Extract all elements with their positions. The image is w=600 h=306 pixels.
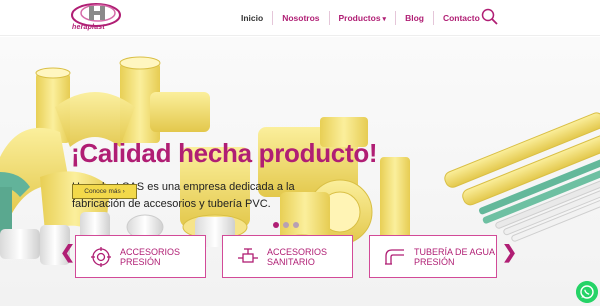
card-accesorios-sanitario[interactable]: Accesorios Sanitario — [222, 235, 353, 278]
hero-title: ¡Calidad hecha producto! — [71, 138, 378, 168]
whatsapp-icon[interactable] — [576, 281, 598, 303]
slider-dots — [273, 222, 299, 228]
hero-slider: ¡Calidad hecha producto! Heraplast SAS e… — [0, 37, 600, 306]
chevron-down-icon: ▾ — [382, 16, 387, 23]
site-header: heraplast Inicio Nosotros Productos ▾ Blo… — [0, 0, 600, 36]
fitting-icon — [91, 246, 111, 267]
slider-dot-3[interactable] — [293, 222, 299, 228]
nav-inicio[interactable]: Inicio — [232, 11, 272, 25]
valve-icon — [238, 247, 258, 263]
conoce-mas-label: Conoce más — [84, 188, 121, 195]
card-label: Tubería de Agua Presión — [414, 246, 495, 267]
card-label: Accesorios Presión — [120, 246, 181, 267]
main-nav: Inicio Nosotros Productos ▾ Blog Contacto — [232, 0, 489, 36]
prev-arrow-icon[interactable]: ❮ — [60, 242, 75, 263]
logo-text: heraplast — [72, 24, 105, 31]
next-arrow-icon[interactable]: ❯ — [502, 242, 517, 263]
nav-blog[interactable]: Blog — [395, 11, 433, 25]
card-tuberia-agua-presion[interactable]: Tubería de Agua Presión — [369, 235, 497, 278]
slider-dot-1[interactable] — [273, 222, 279, 228]
chevron-right-icon: › — [122, 188, 125, 195]
slider-dot-2[interactable] — [283, 222, 289, 228]
search-icon[interactable] — [481, 8, 498, 25]
nav-nosotros[interactable]: Nosotros — [272, 11, 328, 25]
pipe-icon — [385, 248, 404, 265]
conoce-mas-button[interactable]: Conoce más › — [72, 184, 137, 199]
card-accesorios-presion[interactable]: Accesorios Presión — [75, 235, 206, 278]
nav-productos-label: Productos — [338, 13, 381, 23]
card-label: Accesorios Sanitario — [267, 246, 328, 267]
nav-productos[interactable]: Productos ▾ — [328, 11, 396, 25]
